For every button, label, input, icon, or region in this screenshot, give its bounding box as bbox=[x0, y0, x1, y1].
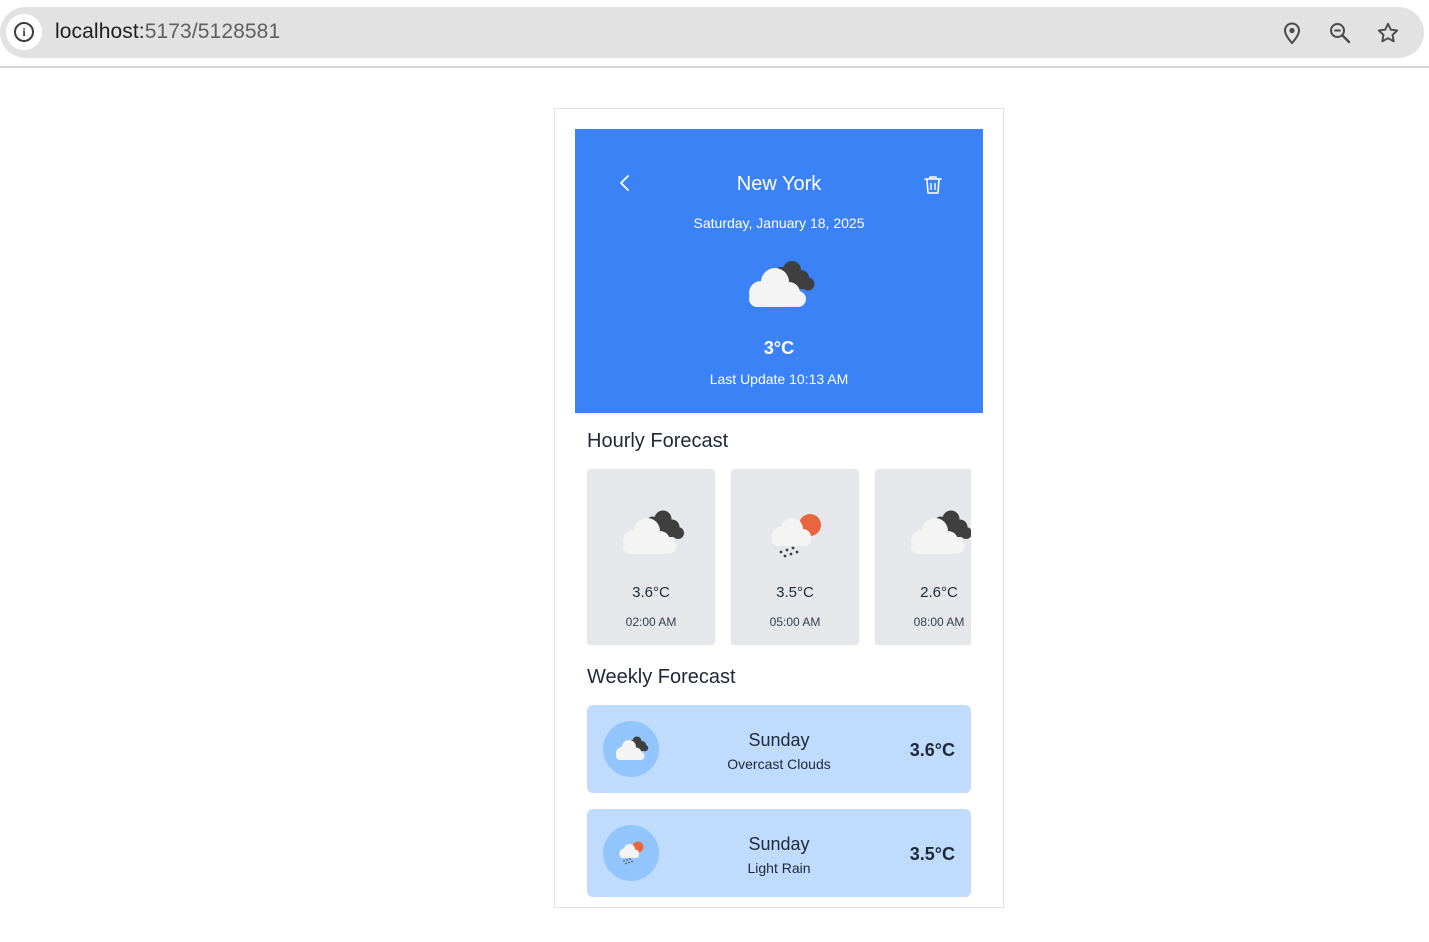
overcast-clouds-icon bbox=[911, 510, 971, 554]
overcast-clouds-icon bbox=[749, 261, 815, 307]
info-icon: i bbox=[14, 22, 34, 42]
trash-icon[interactable] bbox=[921, 173, 945, 197]
current-weather-card: New York Saturday, January 18, 2025 3°C … bbox=[575, 129, 983, 413]
browser-toolbar: i localhost:5173/5128581 bbox=[0, 0, 1429, 68]
site-info-button[interactable]: i bbox=[6, 14, 42, 50]
weekly-temperature: 3.5°C bbox=[909, 844, 955, 864]
zoom-out-icon[interactable] bbox=[1328, 21, 1352, 45]
hourly-forecast-list[interactable]: 3.6°C 02:00 AM 3.5°C 05:00 AM 2.6°C 08:0… bbox=[587, 469, 971, 645]
weekly-forecast-item[interactable]: Sunday Light Rain 3.5°C bbox=[587, 809, 971, 897]
hourly-card[interactable]: 3.5°C 05:00 AM bbox=[731, 469, 859, 645]
hourly-temperature: 2.6°C bbox=[920, 584, 958, 601]
address-bar[interactable]: i localhost:5173/5128581 bbox=[0, 7, 1424, 58]
hourly-time: 02:00 AM bbox=[625, 615, 677, 629]
hourly-time: 08:00 AM bbox=[913, 615, 965, 629]
weekly-forecast-item[interactable]: Sunday Overcast Clouds 3.6°C bbox=[587, 705, 971, 793]
weekly-forecast-title: Weekly Forecast bbox=[587, 666, 736, 688]
hourly-temperature: 3.5°C bbox=[776, 584, 814, 601]
hourly-card[interactable]: 2.6°C 08:00 AM bbox=[875, 469, 971, 645]
current-temperature: 3°C bbox=[763, 338, 795, 358]
hourly-temperature: 3.6°C bbox=[632, 584, 670, 601]
weekly-temperature: 3.6°C bbox=[909, 740, 955, 760]
url-host: localhost: bbox=[55, 20, 145, 43]
bookmark-star-icon[interactable] bbox=[1376, 21, 1400, 45]
light-rain-icon bbox=[772, 514, 821, 558]
hourly-card[interactable]: 3.6°C 02:00 AM bbox=[587, 469, 715, 645]
url-path: 5173/5128581 bbox=[144, 20, 281, 43]
hourly-time: 05:00 AM bbox=[769, 615, 821, 629]
url-text[interactable]: localhost:5173/5128581 bbox=[55, 20, 280, 44]
hourly-forecast-title: Hourly Forecast bbox=[587, 430, 729, 452]
last-update: Last Update 10:13 AM bbox=[709, 371, 849, 387]
overcast-clouds-icon bbox=[623, 510, 684, 554]
location-pin-icon[interactable] bbox=[1280, 21, 1304, 45]
app-frame: New York Saturday, January 18, 2025 3°C … bbox=[554, 108, 1004, 908]
current-date: Saturday, January 18, 2025 bbox=[693, 215, 865, 231]
